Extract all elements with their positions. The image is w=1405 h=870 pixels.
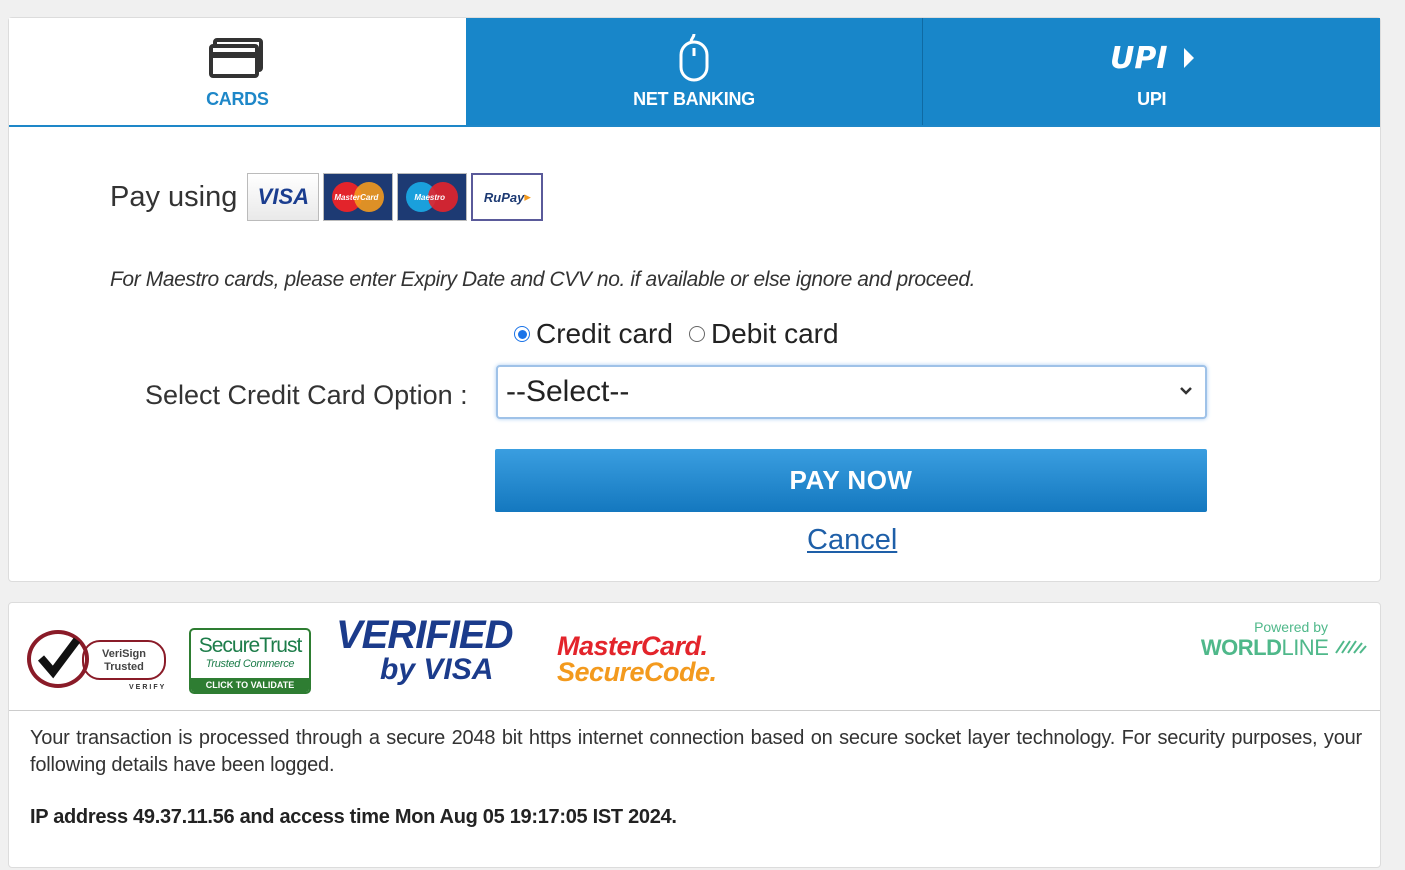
tab-upi[interactable]: UPI UPI xyxy=(922,18,1381,125)
debit-card-option[interactable]: Debit card xyxy=(688,318,839,350)
securetrust-badge[interactable]: SecureTrust Trusted Commerce CLICK TO VA… xyxy=(189,628,311,694)
mcsc-line2: SecureCode. xyxy=(557,657,717,687)
tab-net-banking-label: NET BANKING xyxy=(633,89,755,109)
securetrust-sub: Trusted Commerce xyxy=(205,658,295,670)
secure-connection-text: Your transaction is processed through a … xyxy=(30,727,1362,776)
debit-card-label: Debit card xyxy=(710,318,839,349)
card-option-select-value: --Select-- xyxy=(506,375,630,408)
credit-card-option[interactable]: Credit card xyxy=(514,318,673,350)
tab-cards-label: CARDS xyxy=(206,89,269,109)
mouse-icon xyxy=(677,33,711,83)
mcsc-line1: MasterCard. xyxy=(557,631,708,661)
chevron-down-icon xyxy=(1179,383,1193,401)
worldline-waves-icon xyxy=(1335,640,1367,654)
vbv-line2: by VISA xyxy=(380,653,494,686)
pay-using-label: Pay using xyxy=(110,180,238,213)
credit-card-radio[interactable] xyxy=(514,326,530,342)
pay-using-row: Pay using VISA MasterCard Maestro RuPay ▸ xyxy=(110,173,547,221)
mastercard-securecode-badge: MasterCard. SecureCode. xyxy=(557,631,717,687)
securetrust-cta: CLICK TO VALIDATE xyxy=(191,678,309,692)
maestro-note: For Maestro cards, please enter Expiry D… xyxy=(110,268,976,291)
credit-card-label: Credit card xyxy=(536,318,673,349)
visa-logo-text: VISA xyxy=(257,184,310,209)
select-option-label: Select Credit Card Option : xyxy=(145,380,468,410)
rupay-logo-text: RuPay xyxy=(483,189,525,205)
card-type-radios: Credit card Debit card xyxy=(514,318,855,350)
pay-now-button[interactable]: PAY NOW xyxy=(495,449,1207,512)
worldline-name: WORLDLINE xyxy=(1201,635,1368,661)
tab-net-banking[interactable]: NET BANKING xyxy=(465,18,923,125)
maestro-logo-text: Maestro xyxy=(414,193,446,202)
ip-address-text: IP address 49.37.11.56 and access time M… xyxy=(30,806,677,828)
payment-panel: CARDS NET BANKING UPI UPI Pay using VISA… xyxy=(8,17,1381,582)
checkmark-icon xyxy=(27,630,89,688)
cancel-link[interactable]: Cancel xyxy=(807,524,897,557)
rupay-logo: RuPay ▸ xyxy=(471,173,544,221)
visa-logo: VISA xyxy=(247,173,320,221)
trust-badges: VeriSign Trusted VERIFY SecureTrust Trus… xyxy=(9,603,1380,711)
mastercard-logo: MasterCard xyxy=(323,173,394,221)
upi-logo-icon: UPI xyxy=(1106,33,1198,83)
upi-logo-text: UPI xyxy=(1110,41,1168,76)
payment-tabs: CARDS NET BANKING UPI UPI xyxy=(9,18,1381,127)
maestro-logo: Maestro xyxy=(397,173,468,221)
worldline-logo: Powered by WORLDLINE xyxy=(1201,619,1368,661)
debit-card-radio[interactable] xyxy=(688,326,705,342)
verisign-badge[interactable]: VeriSign Trusted VERIFY xyxy=(27,618,169,694)
security-panel: VeriSign Trusted VERIFY SecureTrust Trus… xyxy=(8,602,1381,868)
card-option-select[interactable]: --Select-- xyxy=(496,365,1207,419)
powered-by-label: Powered by xyxy=(1254,619,1328,635)
verified-by-visa-badge: VERIFIED by VISA xyxy=(336,613,513,686)
tab-cards[interactable]: CARDS xyxy=(9,18,466,125)
mastercard-logo-text: MasterCard xyxy=(334,193,379,202)
vbv-line1: VERIFIED xyxy=(336,613,513,657)
verisign-line2: Trusted xyxy=(104,661,144,673)
securetrust-title: SecureTrust xyxy=(198,634,303,657)
verisign-line1: VeriSign xyxy=(101,648,147,660)
card-icon xyxy=(209,33,265,83)
tab-upi-label: UPI xyxy=(1137,89,1167,109)
verisign-sub: VERIFY xyxy=(129,684,167,691)
